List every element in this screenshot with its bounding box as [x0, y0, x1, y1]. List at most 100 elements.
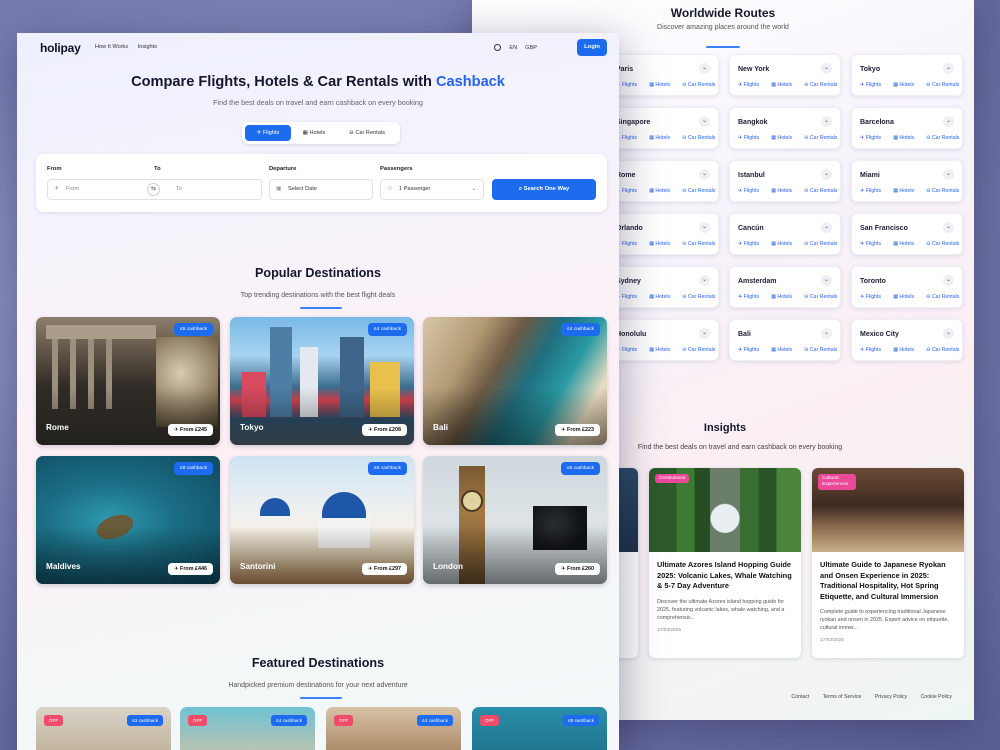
- route-link-car-rentals[interactable]: ⊖ Car Rentals: [804, 135, 843, 141]
- departure-date-field[interactable]: ▣ Select Date: [269, 179, 373, 200]
- footer-link-privacy[interactable]: Privacy Policy: [875, 694, 907, 700]
- swap-icon[interactable]: ⇆: [147, 183, 160, 196]
- chevron-down-icon[interactable]: ⌄: [821, 116, 832, 127]
- route-card[interactable]: Sydney ⌄ ✈ Flights ▦ Hotels ⊖ Car Rentals: [607, 266, 719, 308]
- route-link-car-rentals[interactable]: ⊖ Car Rentals: [804, 294, 843, 300]
- route-card[interactable]: Mexico City ⌄ ✈ Flights ▦ Hotels ⊖ Car Renta…: [851, 319, 963, 361]
- chevron-down-icon[interactable]: ⌄: [943, 116, 954, 127]
- article-title[interactable]: Ultimate Azores Island Hopping Guide 202…: [649, 552, 801, 592]
- search-button[interactable]: ⌕ Search One Way: [492, 179, 596, 200]
- article-card[interactable]: Destinations Ultimate Azores Island Hopp…: [649, 468, 801, 658]
- route-link-flights[interactable]: ✈ Flights: [616, 347, 643, 353]
- chevron-down-icon[interactable]: ⌄: [943, 275, 954, 286]
- chevron-down-icon[interactable]: ⌄: [699, 222, 710, 233]
- footer-link-contact[interactable]: Contact: [791, 694, 809, 700]
- route-card[interactable]: Honolulu ⌄ ✈ Flights ▦ Hotels ⊖ Car Rentals: [607, 319, 719, 361]
- featured-card[interactable]: OFF £4 cashback: [180, 707, 315, 750]
- route-link-hotels[interactable]: ▦ Hotels: [649, 82, 676, 88]
- featured-card[interactable]: OFF £4 cashback: [326, 707, 461, 750]
- chevron-down-icon[interactable]: ⌄: [821, 169, 832, 180]
- route-card[interactable]: Toronto ⌄ ✈ Flights ▦ Hotels ⊖ Car Rentals: [851, 266, 963, 308]
- chevron-down-icon[interactable]: ⌄: [699, 275, 710, 286]
- passengers-select[interactable]: ☺ 1 Passenger ⌄: [380, 179, 484, 200]
- article-title[interactable]: Ultimate Guide to Japanese Ryokan and On…: [812, 552, 964, 602]
- tab-hotels[interactable]: ▦ Hotels: [294, 125, 334, 141]
- route-link-car-rentals[interactable]: ⊖ Car Rentals: [804, 82, 843, 88]
- route-link-car-rentals[interactable]: ⊖ Car Rentals: [926, 188, 965, 194]
- route-link-flights[interactable]: ✈ Flights: [860, 135, 887, 141]
- route-link-car-rentals[interactable]: ⊖ Car Rentals: [804, 241, 843, 247]
- route-link-hotels[interactable]: ▦ Hotels: [649, 294, 676, 300]
- route-link-car-rentals[interactable]: ⊖ Car Rentals: [926, 241, 965, 247]
- route-link-car-rentals[interactable]: ⊖ Car Rentals: [682, 241, 721, 247]
- route-link-hotels[interactable]: ▦ Hotels: [893, 294, 920, 300]
- chevron-down-icon[interactable]: ⌄: [821, 222, 832, 233]
- featured-card[interactable]: OFF £9 cashback: [472, 707, 607, 750]
- route-link-hotels[interactable]: ▦ Hotels: [893, 135, 920, 141]
- route-link-flights[interactable]: ✈ Flights: [860, 294, 887, 300]
- route-card[interactable]: Cancún ⌄ ✈ Flights ▦ Hotels ⊖ Car Rentals: [729, 213, 841, 255]
- route-link-hotels[interactable]: ▦ Hotels: [771, 241, 798, 247]
- route-link-flights[interactable]: ✈ Flights: [616, 294, 643, 300]
- route-link-car-rentals[interactable]: ⊖ Car Rentals: [682, 294, 721, 300]
- featured-card[interactable]: OFF £3 cashback: [36, 707, 171, 750]
- route-link-hotels[interactable]: ▦ Hotels: [649, 241, 676, 247]
- route-card[interactable]: Tokyo ⌄ ✈ Flights ▦ Hotels ⊖ Car Rentals: [851, 54, 963, 96]
- route-link-flights[interactable]: ✈ Flights: [738, 82, 765, 88]
- chevron-down-icon[interactable]: ⌄: [943, 63, 954, 74]
- route-link-flights[interactable]: ✈ Flights: [738, 188, 765, 194]
- route-link-car-rentals[interactable]: ⊖ Car Rentals: [682, 135, 721, 141]
- route-link-car-rentals[interactable]: ⊖ Car Rentals: [926, 347, 965, 353]
- route-link-flights[interactable]: ✈ Flights: [738, 294, 765, 300]
- route-link-flights[interactable]: ✈ Flights: [616, 188, 643, 194]
- route-link-hotels[interactable]: ▦ Hotels: [771, 135, 798, 141]
- chevron-down-icon[interactable]: ⌄: [699, 328, 710, 339]
- route-link-car-rentals[interactable]: ⊖ Car Rentals: [682, 82, 721, 88]
- route-link-car-rentals[interactable]: ⊖ Car Rentals: [804, 347, 843, 353]
- chevron-down-icon[interactable]: ⌄: [821, 328, 832, 339]
- route-card[interactable]: Amsterdam ⌄ ✈ Flights ▦ Hotels ⊖ Car Rentals: [729, 266, 841, 308]
- route-link-flights[interactable]: ✈ Flights: [738, 135, 765, 141]
- route-link-hotels[interactable]: ▦ Hotels: [893, 82, 920, 88]
- route-link-hotels[interactable]: ▦ Hotels: [649, 347, 676, 353]
- route-card[interactable]: Bali ⌄ ✈ Flights ▦ Hotels ⊖ Car Rentals: [729, 319, 841, 361]
- nav-link-how-it-works[interactable]: How It Works: [95, 44, 128, 50]
- currency-selector[interactable]: GBP: [525, 45, 537, 51]
- language-selector[interactable]: EN: [509, 45, 517, 51]
- footer-link-terms[interactable]: Terms of Service: [823, 694, 862, 700]
- route-link-hotels[interactable]: ▦ Hotels: [649, 188, 676, 194]
- route-link-car-rentals[interactable]: ⊖ Car Rentals: [926, 135, 965, 141]
- route-link-flights[interactable]: ✈ Flights: [738, 241, 765, 247]
- route-link-flights[interactable]: ✈ Flights: [616, 135, 643, 141]
- chevron-down-icon[interactable]: ⌄: [699, 116, 710, 127]
- logo[interactable]: holipay: [40, 41, 81, 55]
- route-card[interactable]: Singapore ⌄ ✈ Flights ▦ Hotels ⊖ Car Rentals: [607, 107, 719, 149]
- nav-link-insights[interactable]: Insights: [138, 44, 157, 50]
- route-card[interactable]: Barcelona ⌄ ✈ Flights ▦ Hotels ⊖ Car Rentals: [851, 107, 963, 149]
- route-card[interactable]: San Francisco ⌄ ✈ Flights ▦ Hotels ⊖ Car Ren…: [851, 213, 963, 255]
- route-link-car-rentals[interactable]: ⊖ Car Rentals: [926, 294, 965, 300]
- route-card[interactable]: Istanbul ⌄ ✈ Flights ▦ Hotels ⊖ Car Rentals: [729, 160, 841, 202]
- route-link-hotels[interactable]: ▦ Hotels: [771, 347, 798, 353]
- tab-car-rentals[interactable]: ⊖ Car Rentals: [337, 125, 397, 141]
- route-link-hotels[interactable]: ▦ Hotels: [771, 188, 798, 194]
- destination-card-maldives[interactable]: £9 cashback Maldives ✈ From £446: [36, 456, 220, 584]
- route-card[interactable]: Paris⌄✈ Flights▦ Hotels⊖ Car Rentals: [607, 54, 719, 96]
- route-link-car-rentals[interactable]: ⊖ Car Rentals: [926, 82, 965, 88]
- route-link-hotels[interactable]: ▦ Hotels: [771, 82, 798, 88]
- route-link-flights[interactable]: ✈ Flights: [860, 241, 887, 247]
- chevron-down-icon[interactable]: ⌄: [943, 328, 954, 339]
- route-link-flights[interactable]: ✈ Flights: [738, 347, 765, 353]
- route-link-flights[interactable]: ✈ Flights: [860, 188, 887, 194]
- chevron-down-icon[interactable]: ⌄: [821, 275, 832, 286]
- chevron-down-icon[interactable]: ⌄: [821, 63, 832, 74]
- route-link-flights[interactable]: ✈ Flights: [860, 82, 887, 88]
- destination-card-santorini[interactable]: £6 cashback Santorini ✈ From £297: [230, 456, 414, 584]
- destination-card-tokyo[interactable]: £4 cashback Tokyo ✈ From £208: [230, 317, 414, 445]
- chevron-down-icon[interactable]: ⌄: [943, 169, 954, 180]
- route-link-flights[interactable]: ✈ Flights: [616, 241, 643, 247]
- destination-card-rome[interactable]: £5 cashback Rome ✈ From £245: [36, 317, 220, 445]
- chevron-down-icon[interactable]: ⌄: [943, 222, 954, 233]
- route-card[interactable]: Miami ⌄ ✈ Flights ▦ Hotels ⊖ Car Rentals: [851, 160, 963, 202]
- tab-flights[interactable]: ✈ Flights: [245, 125, 291, 141]
